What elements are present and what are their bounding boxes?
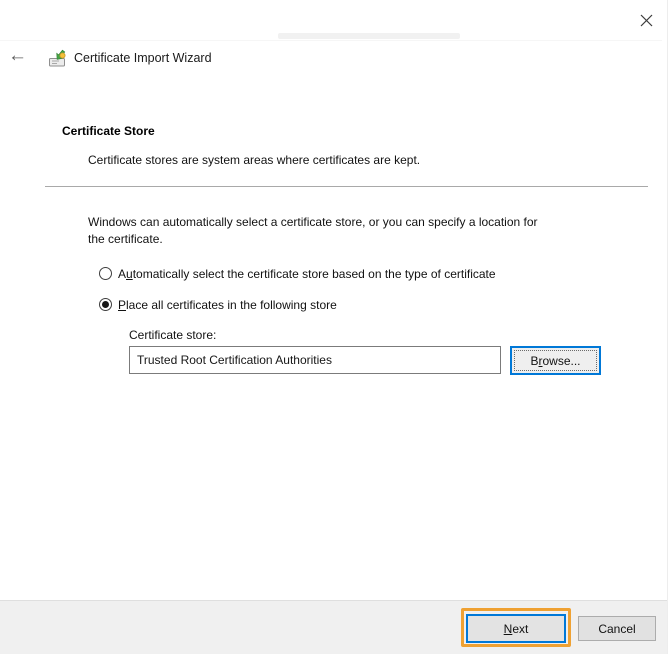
radio-selected-icon[interactable] <box>99 298 112 311</box>
description-line-2: the certificate. <box>88 231 618 248</box>
certificate-wizard-icon <box>47 47 69 69</box>
certificate-store-input[interactable] <box>129 346 501 374</box>
annotation-highlight-rectangle <box>461 608 571 647</box>
close-x-glyph <box>640 14 653 27</box>
radio-unselected-icon[interactable] <box>99 267 112 280</box>
description-text: Windows can automatically select a certi… <box>88 214 618 248</box>
description-line-1: Windows can automatically select a certi… <box>88 214 618 231</box>
radio-place-in-store-label: Place all certificates in the following … <box>118 298 337 313</box>
ghost-artifact <box>278 33 460 39</box>
ghost-artifact-line <box>0 40 662 41</box>
browse-button[interactable]: Browse... <box>510 346 601 375</box>
radio-automatic-store-label: Automatically select the certificate sto… <box>118 267 496 282</box>
cancel-button[interactable]: Cancel <box>578 616 656 641</box>
radio-place-in-store[interactable]: Place all certificates in the following … <box>99 298 337 313</box>
back-button[interactable]: ← <box>8 46 27 66</box>
certificate-store-label: Certificate store: <box>129 328 216 342</box>
certificate-import-wizard-dialog: ← Certificate Import Wizard Certificate … <box>0 0 668 654</box>
wizard-title: Certificate Import Wizard <box>74 51 212 65</box>
page-subheading: Certificate stores are system areas wher… <box>88 153 420 167</box>
focus-rectangle <box>514 350 597 371</box>
divider <box>45 186 648 187</box>
close-icon[interactable] <box>636 10 656 30</box>
cancel-button-label: Cancel <box>598 622 635 636</box>
radio-automatic-store[interactable]: Automatically select the certificate sto… <box>99 267 496 282</box>
page-heading: Certificate Store <box>62 124 155 138</box>
